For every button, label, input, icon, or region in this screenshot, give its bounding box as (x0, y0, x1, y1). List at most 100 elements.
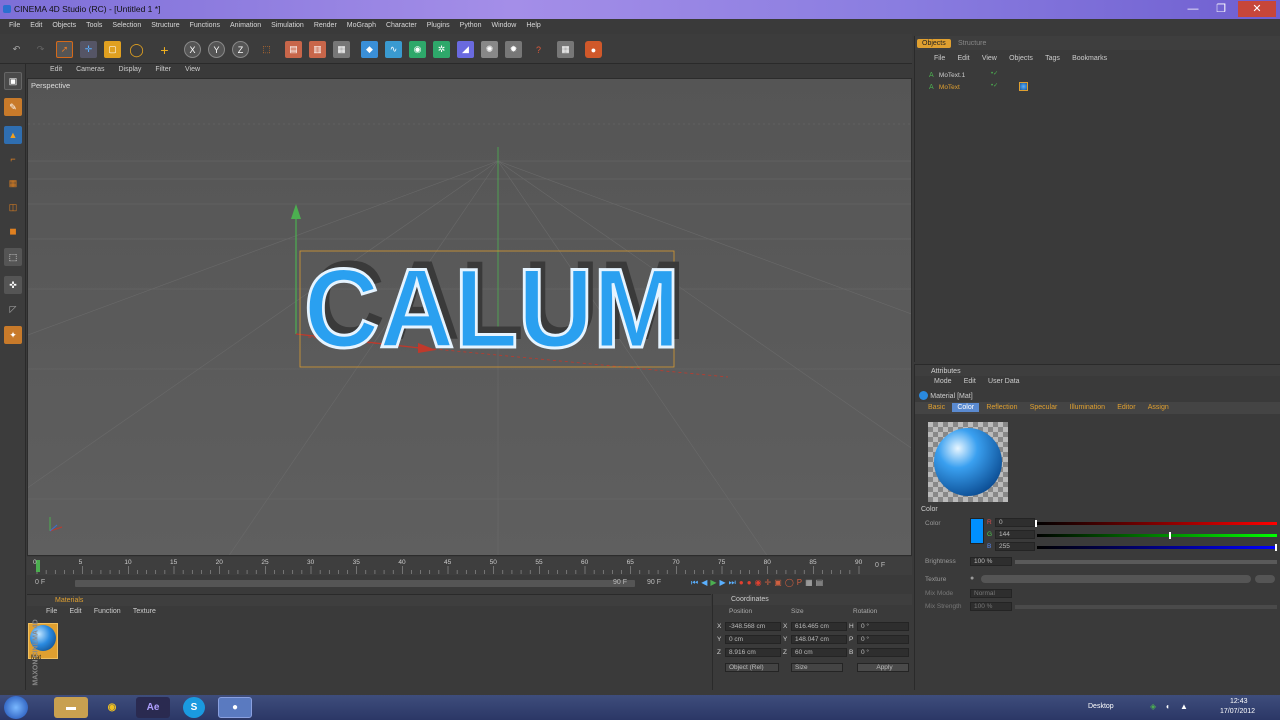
menu-character[interactable]: Character (381, 19, 422, 33)
apply-button[interactable]: Apply (857, 663, 909, 672)
obj-menu-objects[interactable]: Objects (1004, 54, 1038, 63)
vp-menu-view[interactable]: View (178, 64, 207, 77)
cube-icon[interactable]: ◆ (361, 41, 378, 58)
timeline-start-field[interactable]: 0 F (35, 579, 45, 586)
minimize-button[interactable]: — (1180, 1, 1206, 17)
r-field[interactable]: 0 (995, 518, 1035, 527)
deformer-icon[interactable]: ◢ (457, 41, 474, 58)
menu-plugins[interactable]: Plugins (422, 19, 455, 33)
tab-editor[interactable]: Editor (1112, 403, 1140, 412)
nurbs-icon[interactable]: ◉ (409, 41, 426, 58)
attributes-tab[interactable]: Attributes (931, 368, 961, 375)
tab-reflection[interactable]: Reflection (981, 403, 1022, 412)
edge-mode-icon[interactable]: ◫ (4, 198, 22, 216)
visibility-icon[interactable]: •✓ (991, 70, 998, 77)
coord-system-icon[interactable]: ⬚ (258, 41, 275, 58)
brightness-slider[interactable] (1015, 560, 1277, 564)
timeline-end-field[interactable]: 90 F (613, 579, 627, 586)
scene-icon[interactable]: ✺ (481, 41, 498, 58)
render-picture-icon[interactable]: ▥ (309, 41, 326, 58)
vp-menu-cameras[interactable]: Cameras (69, 64, 111, 77)
point-mode-icon[interactable]: ▦ (4, 174, 22, 192)
obj-menu-bookmarks[interactable]: Bookmarks (1067, 54, 1112, 63)
menu-window[interactable]: Window (486, 19, 521, 33)
objects-tab[interactable]: Objects (917, 39, 951, 48)
size-mode-dropdown[interactable]: Size (791, 663, 843, 672)
perspective-viewport[interactable]: Perspective CALUM CALUM (27, 78, 912, 556)
vp-menu-edit[interactable]: Edit (43, 64, 69, 77)
start-button[interactable] (4, 696, 28, 719)
vp-menu-display[interactable]: Display (111, 64, 148, 77)
menu-python[interactable]: Python (455, 19, 487, 33)
tab-illumination[interactable]: Illumination (1065, 403, 1110, 412)
b-slider[interactable] (1037, 544, 1277, 551)
redo-icon[interactable]: ↷ (32, 41, 49, 58)
attr-menu-mode[interactable]: Mode (929, 377, 957, 386)
menu-help[interactable]: Help (521, 19, 545, 33)
x-axis-icon[interactable]: X (184, 41, 201, 58)
menu-simulation[interactable]: Simulation (266, 19, 309, 33)
tab-color[interactable]: Color (952, 403, 980, 412)
menu-animation[interactable]: Animation (225, 19, 266, 33)
timeline[interactable]: 0 5 10 15 20 25 30 35 40 45 50 55 60 65 70 75 80 85 90 0 F… (27, 557, 912, 593)
undo-icon[interactable]: ↶ (8, 41, 25, 58)
param-key-icon[interactable]: P (797, 578, 802, 588)
layout-icon[interactable]: ▣ (4, 72, 22, 90)
timeline-max-field[interactable]: 90 F (647, 579, 661, 586)
r-slider[interactable] (1035, 520, 1277, 527)
clock-date[interactable]: 17/07/2012 (1220, 708, 1255, 715)
pos-y-field[interactable]: 0 cm (725, 635, 781, 644)
structure-tab[interactable]: Structure (953, 39, 991, 48)
attr-menu-edit[interactable]: Edit (959, 377, 981, 386)
texture-options-button[interactable] (1255, 575, 1275, 583)
array-icon[interactable]: ✲ (433, 41, 450, 58)
pla-key-icon[interactable]: ▦ (805, 578, 813, 588)
move-icon[interactable]: ✛ (80, 41, 97, 58)
play-icon[interactable]: ▶ (710, 578, 716, 588)
polygon-mode-icon[interactable]: ◼ (4, 222, 22, 240)
maximize-button[interactable]: ❐ (1208, 1, 1234, 17)
snap-icon[interactable]: ◸ (4, 300, 22, 318)
rotate-icon[interactable]: ◯ (128, 41, 145, 58)
g-slider[interactable] (1037, 532, 1277, 539)
g-field[interactable]: 144 (995, 530, 1035, 539)
workplane-icon[interactable]: ✦ (4, 326, 22, 344)
tray-network-icon[interactable]: ◈ (1150, 702, 1156, 711)
menu-selection[interactable]: Selection (107, 19, 146, 33)
pos-key-icon[interactable]: ✛ (765, 578, 772, 588)
desktop-toolbar[interactable]: Desktop (1088, 703, 1114, 710)
render-settings-icon[interactable]: ▦ (333, 41, 350, 58)
mix-mode-dropdown[interactable]: Normal (970, 589, 1012, 598)
b-field[interactable]: 255 (995, 542, 1035, 551)
next-frame-icon[interactable]: ▶ (720, 578, 726, 588)
scale-icon[interactable]: ▢ (104, 41, 121, 58)
menu-file[interactable]: File (4, 19, 25, 33)
select-icon[interactable]: ➚ (56, 41, 73, 58)
pos-z-field[interactable]: 8.916 cm (725, 648, 781, 657)
attr-menu-userdata[interactable]: User Data (983, 377, 1025, 386)
record-icon[interactable]: ● (585, 41, 602, 58)
light-icon[interactable]: ✹ (505, 41, 522, 58)
menu-render[interactable]: Render (309, 19, 342, 33)
autokey-icon[interactable]: ● (747, 578, 752, 588)
prev-frame-icon[interactable]: ◀ (701, 578, 707, 588)
mix-strength-field[interactable]: 100 % (970, 602, 1012, 611)
camera-icon[interactable]: ? (530, 41, 547, 58)
object-row[interactable]: A MoText •✓ (929, 82, 1069, 93)
tab-specular[interactable]: Specular (1025, 403, 1063, 412)
mat-menu-edit[interactable]: Edit (65, 607, 87, 616)
obj-menu-edit[interactable]: Edit (953, 54, 975, 63)
rot-b-field[interactable]: 0 ° (857, 648, 909, 657)
materials-tab[interactable]: Materials (55, 597, 83, 604)
menu-objects[interactable]: Objects (47, 19, 81, 33)
coordinates-tab[interactable]: Coordinates (731, 596, 769, 603)
object-row[interactable]: A MoText.1 •✓ (929, 70, 1069, 81)
skype-icon[interactable]: S (183, 697, 205, 718)
g-slider-knob[interactable] (1169, 532, 1172, 539)
coord-mode-dropdown[interactable]: Object (Rel) (725, 663, 779, 672)
scale-key-icon[interactable]: ▣ (774, 578, 782, 588)
model-mode-icon[interactable]: ▲ (4, 126, 22, 144)
tab-basic[interactable]: Basic (923, 403, 950, 412)
tweak-mode-icon[interactable]: ✜ (4, 276, 22, 294)
add-icon[interactable]: + (156, 41, 173, 58)
